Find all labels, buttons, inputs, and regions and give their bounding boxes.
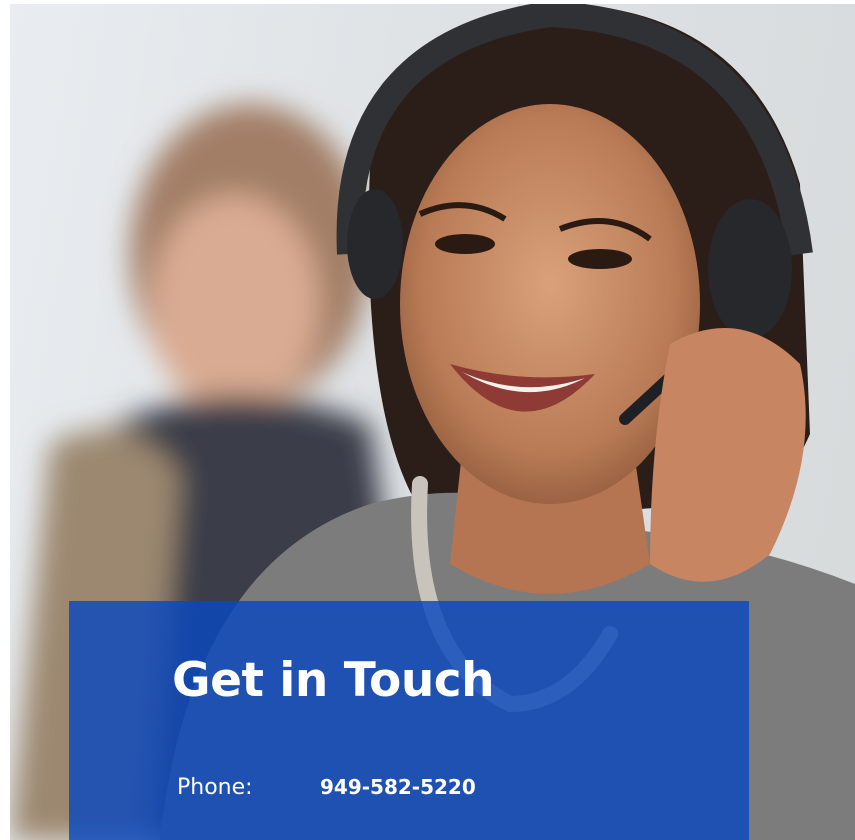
phone-row: Phone: 949-582-5220 xyxy=(177,775,476,800)
contact-card: Get in Touch Phone: 949-582-5220 xyxy=(69,601,749,840)
phone-number-link[interactable]: 949-582-5220 xyxy=(320,775,476,799)
phone-label: Phone: xyxy=(177,775,253,800)
contact-title: Get in Touch xyxy=(172,653,495,708)
